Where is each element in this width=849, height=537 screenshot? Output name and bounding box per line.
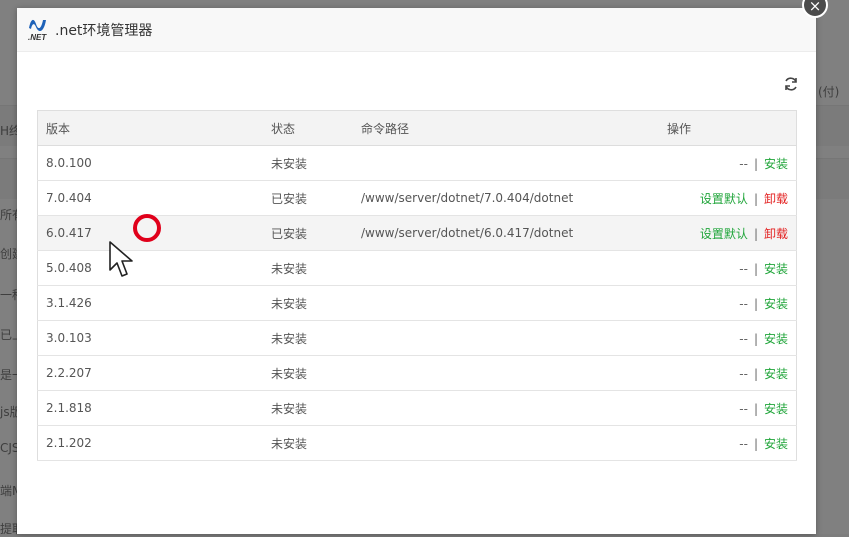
cell-path	[353, 425, 659, 461]
cell-state: 已安装	[263, 215, 353, 251]
table-header-row: 版本 状态 命令路径 操作	[37, 110, 797, 146]
cell-path	[353, 250, 659, 286]
ops-separator: |	[753, 226, 758, 241]
cell-state: 未安装	[263, 425, 353, 461]
install-button[interactable]: 安装	[764, 297, 788, 311]
cell-ops: -- | 安装	[659, 320, 797, 356]
cell-path	[353, 355, 659, 391]
dialog-title: .net环境管理器	[55, 23, 153, 39]
cell-path: /www/server/dotnet/6.0.417/dotnet	[353, 215, 659, 251]
cell-version: 3.0.103	[37, 320, 263, 356]
cell-path	[353, 320, 659, 356]
set-default-button[interactable]: 设置默认	[700, 192, 748, 206]
ops-separator: |	[753, 436, 758, 451]
cell-path	[353, 285, 659, 321]
cell-ops: -- | 安装	[659, 145, 797, 181]
column-header-path: 命令路径	[353, 110, 659, 146]
cell-version: 2.1.818	[37, 390, 263, 426]
install-button[interactable]: 安装	[764, 262, 788, 276]
set-default-button[interactable]: 设置默认	[700, 227, 748, 241]
dialog-header: .NET .net环境管理器	[17, 8, 816, 52]
install-button[interactable]: 安装	[764, 332, 788, 346]
svg-text:.NET: .NET	[28, 33, 47, 42]
install-button[interactable]: 安装	[764, 367, 788, 381]
table-row: 8.0.100 未安装 -- | 安装	[37, 145, 797, 181]
install-button[interactable]: 安装	[764, 437, 788, 451]
ops-placeholder: --	[739, 436, 748, 451]
ops-separator: |	[753, 366, 758, 381]
ops-placeholder: --	[739, 401, 748, 416]
cell-ops: 设置默认 | 卸载	[659, 180, 797, 216]
column-header-version: 版本	[37, 110, 263, 146]
cell-state: 未安装	[263, 320, 353, 356]
cell-ops: -- | 安装	[659, 425, 797, 461]
ops-placeholder: --	[739, 331, 748, 346]
cell-path: /www/server/dotnet/7.0.404/dotnet	[353, 180, 659, 216]
cell-path	[353, 145, 659, 181]
cell-path	[353, 390, 659, 426]
ops-separator: |	[753, 191, 758, 206]
ops-placeholder: --	[739, 296, 748, 311]
version-table: 版本 状态 命令路径 操作 8.0.100 未安装 -- | 安装 7.0.404 已安装 /…	[37, 110, 797, 461]
table-row: 2.1.818 未安装 -- | 安装	[37, 390, 797, 426]
table-row: 7.0.404 已安装/www/server/dotnet/7.0.404/dot…	[37, 180, 797, 216]
column-header-ops: 操作	[659, 110, 797, 146]
column-header-state: 状态	[263, 110, 353, 146]
ops-separator: |	[753, 261, 758, 276]
table-row: 2.2.207 未安装 -- | 安装	[37, 355, 797, 391]
cell-ops: 设置默认 | 卸载	[659, 215, 797, 251]
cell-version: 7.0.404	[37, 180, 263, 216]
uninstall-button[interactable]: 卸载	[764, 192, 788, 206]
table-row: 3.1.426 未安装 -- | 安装	[37, 285, 797, 321]
ops-placeholder: --	[739, 366, 748, 381]
cell-state: 未安装	[263, 355, 353, 391]
cell-ops: -- | 安装	[659, 355, 797, 391]
cell-state: 未安装	[263, 390, 353, 426]
cell-version: 3.1.426	[37, 285, 263, 321]
ops-separator: |	[753, 401, 758, 416]
cell-state: 未安装	[263, 285, 353, 321]
cell-version: 8.0.100	[37, 145, 263, 181]
table-row: 5.0.408 未安装 -- | 安装	[37, 250, 797, 286]
refresh-icon[interactable]	[783, 76, 799, 92]
ops-separator: |	[753, 331, 758, 346]
cell-state: 未安装	[263, 250, 353, 286]
cell-ops: -- | 安装	[659, 250, 797, 286]
uninstall-button[interactable]: 卸载	[764, 227, 788, 241]
background-right-label: (付)	[818, 85, 840, 99]
cell-ops: -- | 安装	[659, 390, 797, 426]
install-button[interactable]: 安装	[764, 402, 788, 416]
cell-state: 未安装	[263, 145, 353, 181]
dotnet-logo-icon: .NET	[28, 19, 47, 42]
install-button[interactable]: 安装	[764, 157, 788, 171]
cell-version: 2.2.207	[37, 355, 263, 391]
ops-separator: |	[753, 156, 758, 171]
ops-placeholder: --	[739, 261, 748, 276]
mouse-pointer-icon	[109, 241, 133, 277]
table-row: 3.0.103 未安装 -- | 安装	[37, 320, 797, 356]
close-icon: ×	[808, 0, 822, 15]
table-row: 2.1.202 未安装 -- | 安装	[37, 425, 797, 461]
ops-separator: |	[753, 296, 758, 311]
cell-ops: -- | 安装	[659, 285, 797, 321]
ops-placeholder: --	[739, 156, 748, 171]
cell-version: 2.1.202	[37, 425, 263, 461]
cell-version: 5.0.408	[37, 250, 263, 286]
cell-state: 已安装	[263, 180, 353, 216]
